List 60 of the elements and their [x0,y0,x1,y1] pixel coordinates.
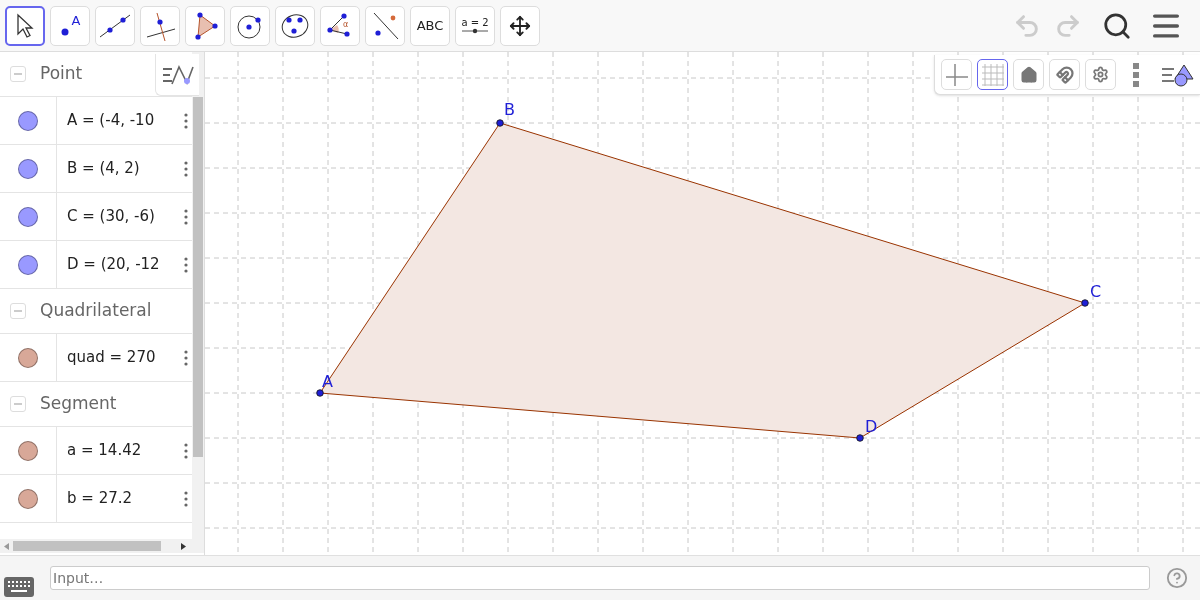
point-label: A [322,372,333,391]
input-field[interactable]: Input… [50,566,1150,590]
help-icon[interactable] [1166,567,1188,589]
style-bar-toggle-icon[interactable] [1162,62,1194,87]
graph-view-icon [161,63,194,86]
more-options-icon[interactable] [184,256,188,273]
collapse-toggle[interactable] [10,396,26,412]
perpendicular-lines-icon [145,10,175,41]
algebra-value[interactable]: a = 14.42 [67,439,142,462]
algebra-toggle-button[interactable] [155,54,199,96]
ellipse-icon [280,11,310,40]
algebra-value[interactable]: b = 27.2 [67,487,133,510]
keyboard-icon[interactable] [4,577,34,597]
graphics-view[interactable]: A B C D [205,52,1200,555]
tool-button[interactable] [5,5,45,46]
point-marker[interactable] [496,119,504,127]
minus-icon [14,70,22,78]
move-arrows-icon [509,14,531,37]
more-options-icon[interactable] [1133,62,1139,87]
algebra-value[interactable]: quad = 270 [67,346,156,369]
tool-button[interactable]: ABC [410,5,450,46]
more-options-icon[interactable] [184,490,188,507]
vertical-scrollbar[interactable] [192,52,204,539]
line-icon [98,12,132,39]
tool-button[interactable]: A [50,5,90,46]
axes-icon [945,63,968,86]
point-marker[interactable] [1081,299,1089,307]
point-label: B [504,100,515,119]
group-header: Quadrilateral [40,299,152,323]
settings-icon [1092,66,1109,83]
tool-button[interactable]: α [320,5,360,46]
group-header: Segment [40,392,117,416]
scroll-right-icon[interactable] [181,542,186,550]
scroll-left-icon[interactable] [4,542,9,550]
more-options-icon[interactable] [184,208,188,225]
minus-icon [14,307,22,315]
algebra-value[interactable]: A = (-4, -10 [67,109,155,132]
algebra-value[interactable]: D = (20, -12 [67,253,160,276]
more-options-icon[interactable] [184,160,188,177]
collapse-toggle[interactable] [10,66,26,82]
algebra-value[interactable]: B = (4, 2) [67,157,140,180]
magnet-icon [1055,65,1074,84]
tool-button[interactable]: a = 2 [455,5,495,46]
text-tool-label: ABC [416,16,444,35]
point-marker[interactable] [856,434,864,442]
more-options-icon[interactable] [184,349,188,366]
minus-icon [14,400,22,408]
group-header: Point [40,62,83,86]
home-icon [1019,65,1038,84]
more-options-icon[interactable] [184,442,188,459]
point-label: C [1090,282,1102,301]
horizontal-scrollbar[interactable] [0,539,204,553]
collapse-toggle[interactable] [10,303,26,319]
arrow-cursor-icon [14,12,36,39]
algebra-value[interactable]: C = (30, -6) [67,205,155,228]
more-options-icon[interactable] [184,112,188,129]
point-label: D [865,417,878,436]
grid-icon [981,63,1004,86]
point-marker[interactable] [316,389,324,397]
style-toggle-button[interactable] [977,59,1008,90]
